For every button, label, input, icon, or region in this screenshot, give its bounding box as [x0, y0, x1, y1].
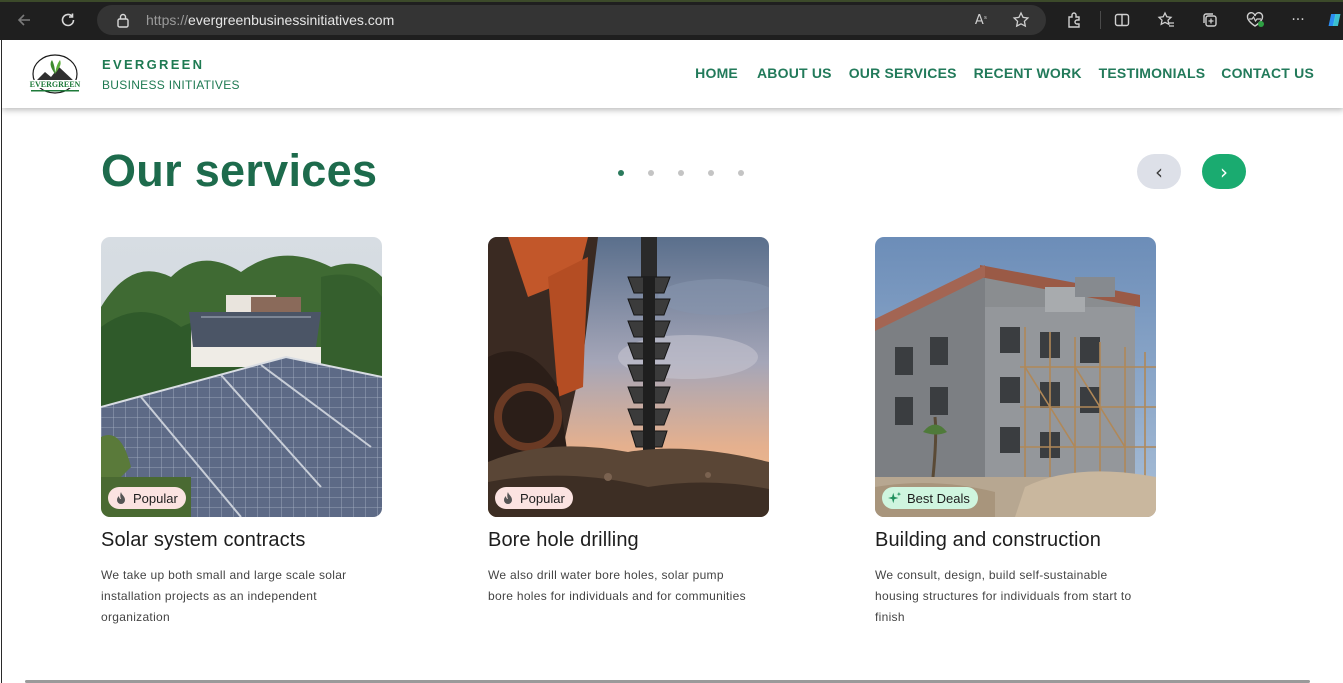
nav-contact-us[interactable]: CONTACT US — [1221, 65, 1314, 81]
carousel-dot-2[interactable] — [648, 170, 654, 176]
nav-recent-work[interactable]: RECENT WORK — [974, 65, 1082, 81]
card-title[interactable]: Solar system contracts — [101, 529, 382, 552]
badge-popular: Popular — [108, 487, 186, 509]
split-screen-icon[interactable] — [1110, 8, 1134, 32]
card-description: We also drill water bore holes, solar pu… — [488, 568, 746, 603]
card-description: We consult, design, build self-sustainab… — [875, 568, 1132, 624]
refresh-icon[interactable] — [56, 8, 80, 32]
badge-label: Best Deals — [907, 490, 970, 506]
drilling-rig-image[interactable]: Popular — [488, 237, 769, 517]
read-aloud-icon[interactable]: Aˢ — [969, 8, 993, 32]
card-title[interactable]: Bore hole drilling — [488, 529, 769, 552]
url-protocol: https:// — [146, 12, 189, 28]
logo-text: EVERGREEN — [30, 80, 81, 89]
url-text[interactable]: https://evergreenbusinessinitiatives.com — [146, 12, 394, 28]
browser-essentials-icon[interactable] — [1243, 8, 1267, 32]
card-title[interactable]: Building and construction — [875, 529, 1156, 552]
nav-about-us[interactable]: ABOUT US — [757, 65, 832, 81]
badge-label: Popular — [133, 490, 178, 506]
address-bar[interactable]: https://evergreenbusinessinitiatives.com… — [97, 5, 1046, 35]
brand-subtitle[interactable]: BUSINESS INITIATIVES — [102, 78, 240, 92]
main-navigation: HOME ABOUT US OUR SERVICES RECENT WORK T… — [695, 65, 1314, 81]
service-card-solar[interactable]: Popular Solar system contracts We take u… — [101, 237, 382, 628]
site-header: EVERGREEN EVERGREEN BUSINESS INITIATIVES… — [2, 40, 1343, 108]
url-host: evergreenbusinessinitiatives.com — [188, 12, 395, 28]
carousel-prev-button[interactable]: ‹ — [1137, 154, 1181, 189]
carousel-next-button[interactable]: › — [1202, 154, 1246, 189]
copilot-icon[interactable] — [1326, 8, 1343, 32]
fire-icon — [114, 491, 128, 505]
badge-label: Popular — [520, 490, 565, 506]
favorites-icon[interactable] — [1154, 8, 1178, 32]
more-menu-icon[interactable]: ··· — [1286, 8, 1310, 32]
badge-popular: Popular — [495, 487, 573, 509]
fire-icon — [501, 491, 515, 505]
extensions-icon[interactable] — [1062, 8, 1086, 32]
building-construction-image[interactable]: Best Deals — [875, 237, 1156, 517]
service-card-borehole[interactable]: Popular Bore hole drilling We also drill… — [488, 237, 769, 607]
sparkle-icon — [888, 491, 902, 505]
collections-icon[interactable] — [1198, 8, 1222, 32]
solar-panels-image[interactable]: Popular — [101, 237, 382, 517]
toolbar-separator — [1100, 11, 1101, 29]
card-description: We take up both small and large scale so… — [101, 568, 347, 624]
back-arrow-icon[interactable] — [12, 8, 36, 32]
service-card-construction[interactable]: Best Deals Building and construction We … — [875, 237, 1156, 628]
badge-best-deals: Best Deals — [882, 487, 978, 509]
carousel-dot-5[interactable] — [738, 170, 744, 176]
chevron-right-icon: › — [1220, 159, 1228, 184]
browser-toolbar: https://evergreenbusinessinitiatives.com… — [0, 0, 1343, 40]
chevron-left-icon: ‹ — [1155, 159, 1163, 184]
carousel-dot-1[interactable] — [618, 170, 624, 176]
carousel-dot-3[interactable] — [678, 170, 684, 176]
nav-our-services[interactable]: OUR SERVICES — [849, 65, 957, 81]
company-logo[interactable]: EVERGREEN — [25, 52, 85, 94]
section-title: Our services — [101, 145, 378, 196]
lock-icon[interactable] — [111, 8, 135, 32]
nav-home[interactable]: HOME — [695, 65, 738, 81]
brand-name[interactable]: EVERGREEN — [102, 57, 204, 72]
web-page: EVERGREEN EVERGREEN BUSINESS INITIATIVES… — [1, 40, 1343, 683]
favorite-star-icon[interactable] — [1009, 8, 1033, 32]
tab-strip-edge — [0, 0, 1343, 2]
nav-testimonials[interactable]: TESTIMONIALS — [1099, 65, 1206, 81]
carousel-dot-4[interactable] — [708, 170, 714, 176]
